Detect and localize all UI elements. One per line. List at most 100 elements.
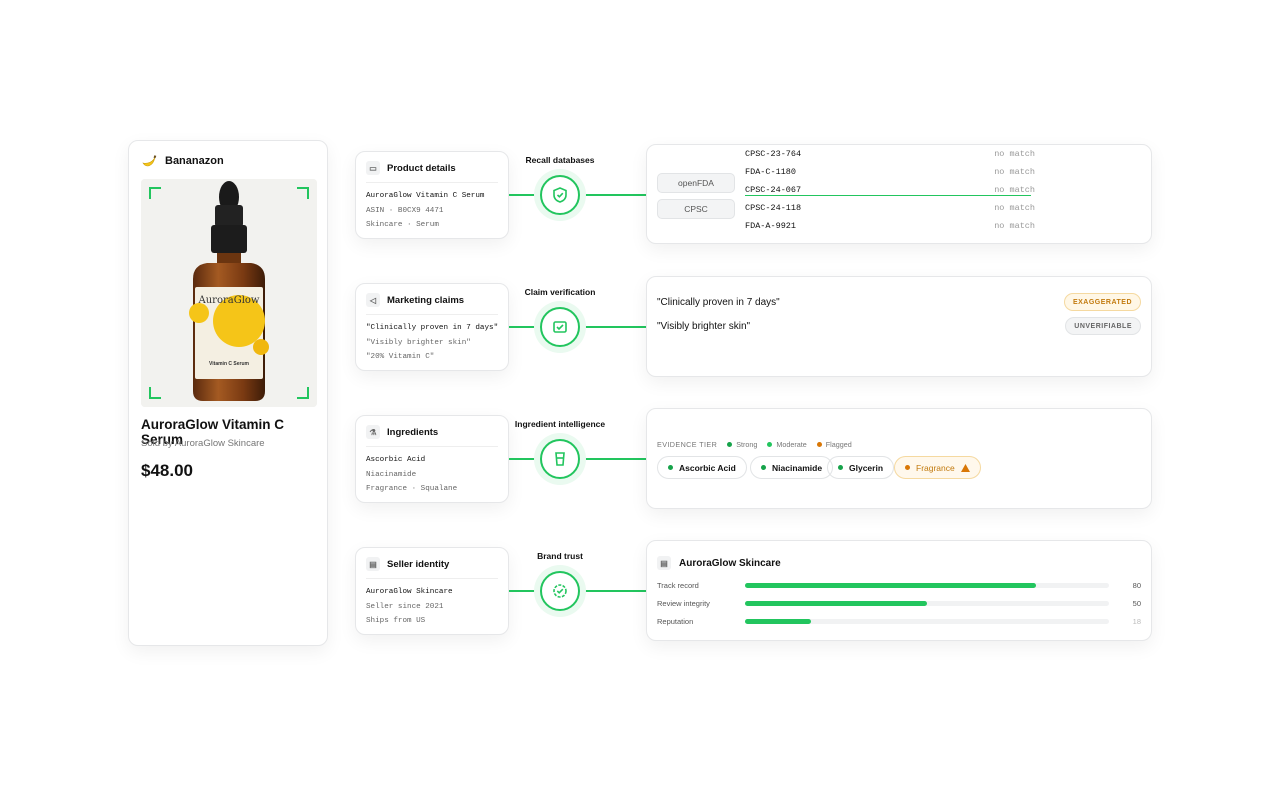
metric-bar-track [745, 583, 1109, 588]
recall-id: CPSC-23-764 [745, 149, 802, 159]
input-card-title: Ingredients [387, 426, 439, 438]
tier-dot [767, 442, 773, 447]
product-card: Bananazon AuroraGlow Vitamin C Serum Aur… [128, 140, 328, 646]
input-card-line: ASIN · B0CX9 4471 [366, 206, 444, 215]
source-openfda-button[interactable]: openFDA [657, 173, 735, 193]
beaker-icon [555, 452, 565, 466]
check-node[interactable] [534, 565, 586, 617]
brand-trust-card: ▤ AuroraGlow Skincare Track record 80 Re… [646, 540, 1152, 641]
warning-icon [960, 463, 970, 472]
input-card-title: Seller identity [387, 558, 450, 570]
claim-tag-unverifiable: UNVERIFIABLE [1065, 317, 1141, 335]
input-card-line: AuroraGlow Skincare [366, 588, 453, 596]
input-card-title: Marketing claims [387, 294, 465, 306]
input-card-header: ◁ Marketing claims [366, 293, 498, 315]
input-card-line: Fragrance · Squalane [366, 485, 458, 493]
input-card-line: "Clinically proven in 7 days" [366, 324, 499, 332]
metric-value: 50 [1132, 599, 1141, 608]
claims-results-card: "Clinically proven in 7 days" EXAGGERATE… [646, 276, 1152, 377]
input-card-line: Seller since 2021 [366, 602, 444, 611]
check-node-label: Claim verification [524, 287, 596, 297]
product-image[interactable]: AuroraGlow Vitamin C Serum [141, 179, 317, 407]
tier-flagged: Flagged [816, 440, 852, 449]
claim-text: "Clinically proven in 7 days" [657, 297, 780, 308]
metric-bar-track [745, 601, 1109, 606]
evidence-tier-label: EVIDENCE TIER [657, 440, 718, 449]
tier-dot [816, 442, 822, 447]
metric-bar-fill [745, 583, 1037, 588]
serum-bottle-image: AuroraGlow Vitamin C Serum [141, 179, 317, 407]
tier-dot [905, 465, 910, 470]
input-card-line: Niacinamide [366, 470, 417, 479]
recall-id: CPSC-24-118 [745, 203, 802, 213]
recall-status: no match [994, 203, 1035, 213]
check-node[interactable] [534, 169, 586, 221]
scan-corner [297, 187, 309, 199]
label-brand: AuroraGlow [198, 295, 260, 306]
seller-name[interactable]: Sold by AuroraGlow Skincare [141, 438, 265, 449]
shield-check-icon [553, 187, 567, 203]
metric-label: Review integrity [657, 599, 710, 608]
ingredient-chip[interactable]: Glycerin [827, 456, 895, 479]
input-card-1[interactable]: ◁ Marketing claims "Clinically proven in… [355, 283, 509, 371]
claim-text: "Visibly brighter skin" [657, 321, 751, 332]
check-node[interactable] [534, 301, 586, 353]
metric-value: 80 [1132, 581, 1141, 590]
checklist-icon [553, 321, 567, 333]
store-icon: ▤ [366, 557, 380, 571]
scan-corner [149, 187, 161, 199]
recall-status: no match [994, 167, 1035, 177]
input-card-line: "Visibly brighter skin" [366, 338, 471, 347]
input-card-header: ⚗ Ingredients [366, 425, 498, 447]
box-icon: ▭ [366, 161, 380, 175]
input-card-line: Skincare · Serum [366, 221, 439, 229]
tier-dot [838, 465, 843, 470]
recall-id: FDA-C-1180 [745, 167, 797, 177]
metric-bar-track [745, 619, 1109, 624]
tier-dot [668, 465, 673, 470]
recall-status: no match [994, 221, 1035, 231]
input-card-line: AuroraGlow Vitamin C Serum [366, 192, 485, 200]
recall-status: no match [994, 185, 1035, 195]
input-card-line: "20% Vitamin C" [366, 353, 435, 361]
tier-dot [727, 442, 733, 447]
recall-id: FDA-A-9921 [745, 221, 797, 231]
check-node-inner [540, 175, 580, 215]
ingredient-chip[interactable]: Ascorbic Acid [657, 456, 747, 479]
tier-strong: Strong [727, 440, 757, 449]
metric-bar-fill [745, 619, 811, 624]
claim-tag-exaggerated: EXAGGERATED [1063, 293, 1141, 311]
check-node-label: Ingredient intelligence [514, 419, 606, 429]
store-name: Bananazon [165, 155, 224, 167]
check-node-label: Recall databases [525, 155, 595, 165]
verified-badge-icon [553, 584, 567, 598]
ingredient-chip-flagged[interactable]: Fragrance [894, 456, 981, 479]
recall-results-card: openFDA CPSC CPSC-23-764 no match FDA-C-1… [646, 144, 1152, 244]
input-card-line: Ships from US [366, 617, 426, 625]
metric-value: 18 [1132, 617, 1141, 626]
check-node[interactable] [534, 433, 586, 485]
input-card-line: Ascorbic Acid [366, 456, 426, 464]
check-node-inner [540, 439, 580, 479]
recall-status: no match [994, 149, 1035, 159]
input-card-2[interactable]: ⚗ Ingredients Ascorbic Acid Niacinamide … [355, 415, 509, 503]
recall-row: CPSC-24-067 no match [745, 185, 1035, 195]
tier-dot [761, 465, 766, 470]
input-card-title: Product details [387, 162, 456, 174]
tier-moderate: Moderate [767, 440, 807, 449]
metric-label: Reputation [657, 617, 694, 626]
check-node-label: Brand trust [537, 551, 583, 561]
label-name: Vitamin C Serum [209, 361, 249, 367]
banana-icon [142, 155, 157, 167]
ingredient-chip[interactable]: Niacinamide [750, 456, 834, 479]
source-cpsc-button[interactable]: CPSC [657, 199, 735, 219]
recall-row: FDA-C-1180 no match [745, 167, 1035, 177]
recall-id: CPSC-24-067 [745, 185, 802, 195]
store-icon: ▤ [657, 556, 671, 570]
input-card-3[interactable]: ▤ Seller identity AuroraGlow Skincare Se… [355, 547, 509, 635]
input-card-0[interactable]: ▭ Product details AuroraGlow Vitamin C S… [355, 151, 509, 239]
evidence-tier-legend: EVIDENCE TIER Strong Moderate Flagged [657, 440, 852, 449]
brand-name: AuroraGlow Skincare [679, 557, 781, 569]
recall-row: CPSC-23-764 no match [745, 149, 1035, 159]
check-node-inner [540, 571, 580, 611]
